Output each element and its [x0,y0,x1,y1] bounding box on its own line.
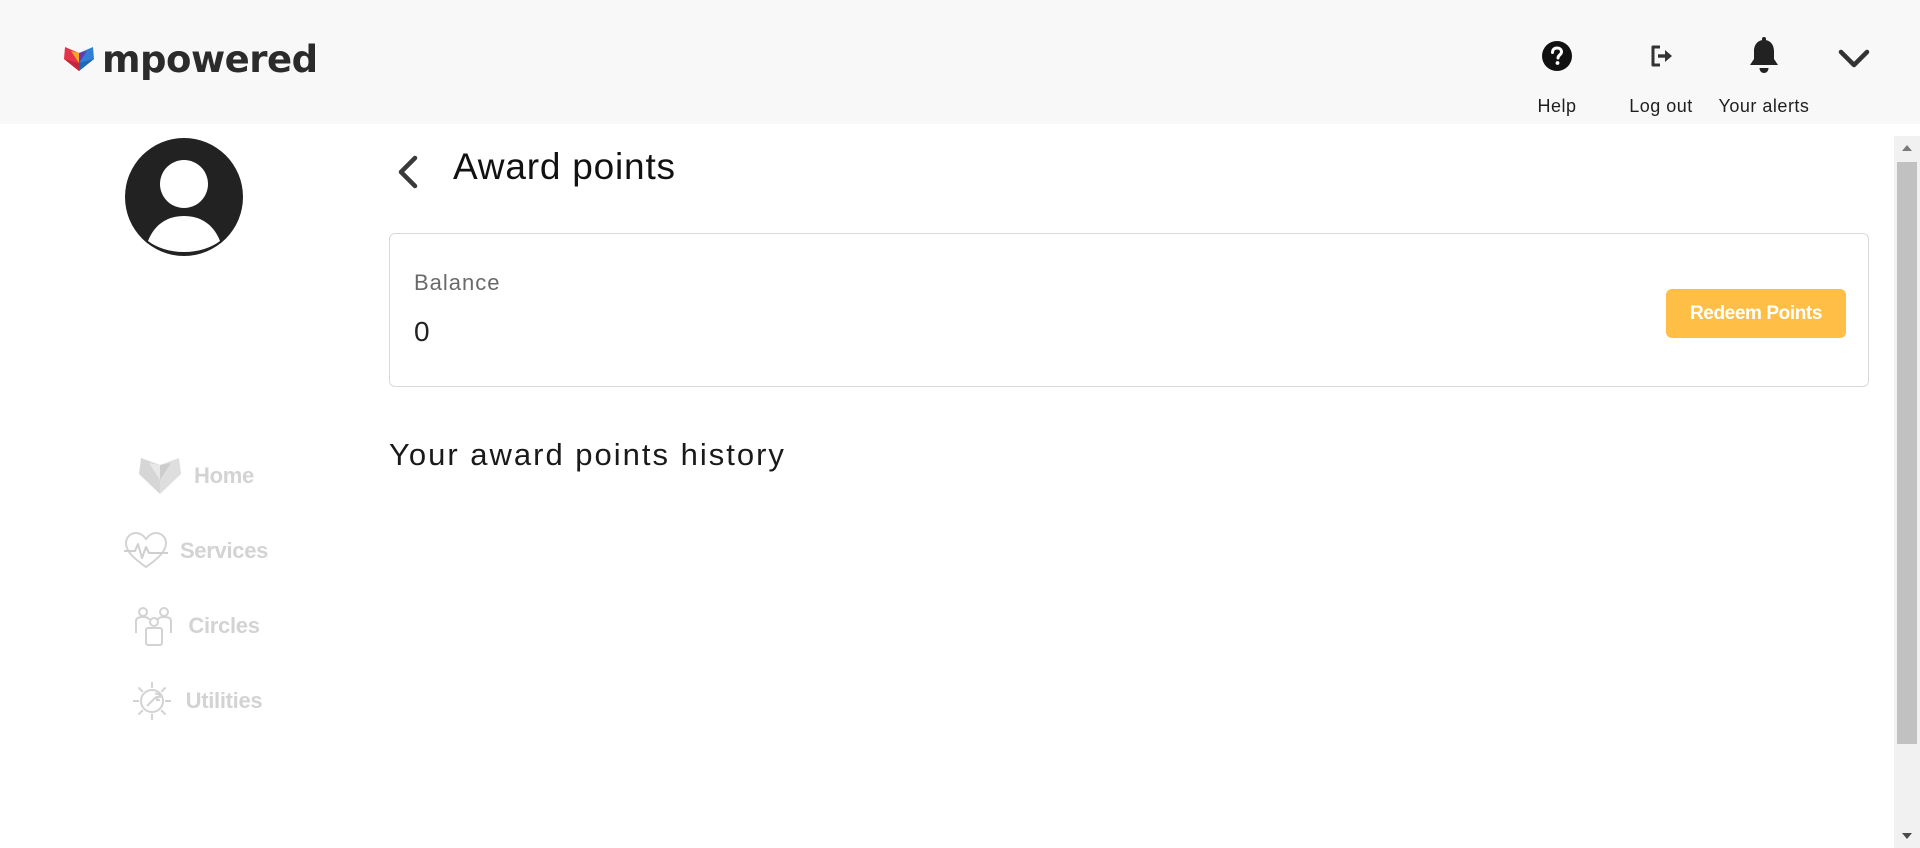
redeem-points-button[interactable]: Redeem Points [1666,289,1846,338]
logo-mark-icon [64,46,94,71]
chevron-down-icon[interactable] [1834,44,1874,74]
sidebar-item-services[interactable]: Services [115,513,275,588]
help-label: Help [1537,96,1577,116]
sidebar-item-label: Home [194,462,254,488]
sidebar-item-home[interactable]: Home [115,438,275,513]
chevron-left-icon [398,155,418,189]
user-avatar-icon[interactable] [125,138,243,256]
people-group-icon [130,602,178,650]
balance-card: Balance 0 Redeem Points [389,233,1869,387]
logout-button[interactable]: Log out [1616,36,1706,117]
logout-icon [1643,36,1679,76]
sidebar-item-circles[interactable]: Circles [115,588,275,663]
page-title: Award points [453,146,676,187]
back-button[interactable] [388,148,428,196]
vertical-scrollbar[interactable] [1894,136,1920,848]
mpowered-logo[interactable]: mpowered [62,38,318,81]
balance-label: Balance [414,270,501,295]
sidebar-nav: Home Services Circles Utilities [115,438,275,738]
heartbeat-icon [122,527,170,575]
logout-label: Log out [1629,96,1693,116]
top-header: mpowered Help Log out Your alerts [0,0,1920,124]
history-title: Your award points history [389,437,786,472]
scrollbar-thumb[interactable] [1897,162,1917,744]
logo-text: mpowered [102,38,318,81]
alerts-button[interactable]: Your alerts [1707,36,1821,117]
gear-wrench-icon [128,677,176,725]
sidebar-item-label: Utilities [185,687,263,713]
bell-icon [1746,36,1782,76]
help-circle-icon [1539,36,1575,76]
sidebar-item-utilities[interactable]: Utilities [115,663,275,738]
heart-home-icon [136,452,184,500]
help-button[interactable]: Help [1521,36,1593,117]
scroll-down-arrow-icon[interactable] [1894,824,1920,848]
sidebar-item-label: Services [179,537,269,563]
alerts-label: Your alerts [1718,96,1810,116]
scroll-up-arrow-icon[interactable] [1894,136,1920,160]
balance-value: 0 [414,316,430,347]
sidebar-item-label: Circles [188,612,260,638]
